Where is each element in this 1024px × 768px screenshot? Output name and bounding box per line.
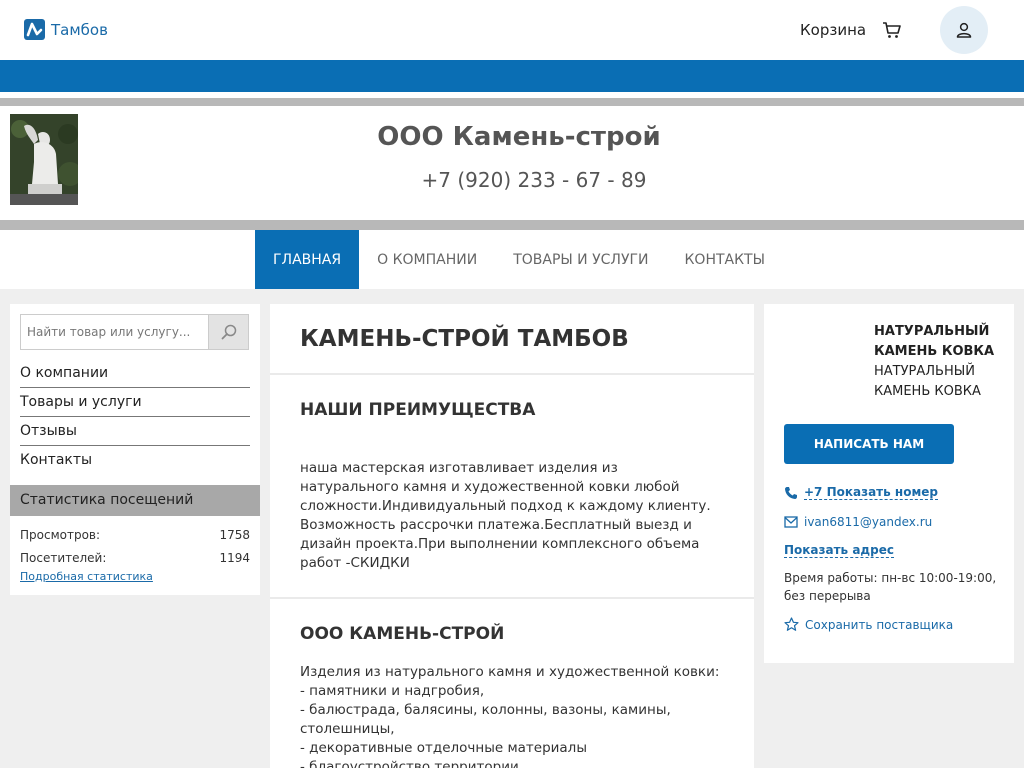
cart-link[interactable]: Корзина	[800, 20, 902, 40]
email-link[interactable]: ivan6811@yandex.ru	[804, 515, 932, 529]
email-icon	[784, 516, 798, 528]
company-name: ООО Камень-строй	[377, 122, 661, 152]
star-icon	[784, 617, 799, 631]
stat-visitors-label: Посетителей:	[20, 551, 107, 565]
top-bar: Тамбов Корзина	[0, 0, 1024, 60]
nav-items: Главная О компании Товары и услуги Конта…	[255, 230, 783, 289]
grey-divider-top	[0, 98, 1024, 106]
sidebar-item-reviews[interactable]: Отзывы	[20, 417, 250, 446]
sidebar-item-about[interactable]: О компании	[20, 359, 250, 388]
working-hours: Время работы: пн-вс 10:00-19:00, без пер…	[784, 571, 997, 603]
city-selector[interactable]: Тамбов	[24, 19, 108, 40]
stat-visitors-row: Посетителей: 1194	[20, 551, 250, 565]
company-tags-bold: НАТУРАЛЬНЫЙ КАМЕНЬ КОВКА	[874, 324, 995, 359]
email-row: ivan6811@yandex.ru	[784, 515, 932, 529]
search-box	[20, 314, 249, 350]
advantages-text: наша мастерская изготавливает изделия из…	[300, 460, 711, 571]
city-label: Тамбов	[51, 20, 108, 39]
page-title: КАМЕНЬ-СТРОЙ ТАМБОВ	[300, 326, 629, 352]
company-phone[interactable]: +7 (920) 233 - 67 - 89	[0, 168, 1024, 192]
stat-visitors-value: 1194	[219, 551, 250, 565]
advantages-title: НАШИ ПРЕИМУЩЕСТВА	[300, 400, 536, 420]
save-supplier-link[interactable]: Сохранить поставщика	[805, 618, 953, 632]
nav-item-contacts[interactable]: Контакты	[666, 230, 782, 289]
detailed-stats-link[interactable]: Подробная статистика	[20, 570, 153, 583]
search-icon	[221, 324, 236, 340]
cart-label: Корзина	[800, 21, 867, 39]
show-phone-link[interactable]: +7 Показать номер	[804, 485, 938, 500]
write-us-button[interactable]: НАПИСАТЬ НАМ	[784, 424, 954, 464]
stats-header: Статистика посещений	[10, 485, 260, 516]
blue-banner	[0, 60, 1024, 92]
stat-views-row: Просмотров: 1758	[20, 528, 250, 542]
nav-item-products[interactable]: Товары и услуги	[495, 230, 666, 289]
stat-views-label: Просмотров:	[20, 528, 101, 542]
company-section-text: Изделия из натурального камня и художест…	[300, 664, 720, 768]
stat-views-value: 1758	[219, 528, 250, 542]
cart-icon	[883, 22, 901, 38]
search-button[interactable]	[208, 315, 248, 349]
contact-panel: НАТУРАЛЬНЫЙ КАМЕНЬ КОВКА НАТУРАЛЬНЫЙ КАМ…	[764, 304, 1014, 663]
section-divider	[270, 373, 754, 375]
company-header: ООО Камень-строй +7 (920) 233 - 67 - 89	[0, 106, 1024, 220]
main-content: КАМЕНЬ-СТРОЙ ТАМБОВ НАШИ ПРЕИМУЩЕСТВА на…	[270, 304, 754, 768]
section-divider	[270, 597, 754, 599]
user-icon	[956, 22, 972, 38]
phone-icon	[785, 486, 797, 499]
sidebar-item-products[interactable]: Товары и услуги	[20, 388, 250, 417]
left-sidebar: О компании Товары и услуги Отзывы Контак…	[10, 304, 260, 595]
company-section-title: ООО КАМЕНЬ-СТРОЙ	[300, 624, 505, 644]
nav-item-about[interactable]: О компании	[359, 230, 495, 289]
company-tags: НАТУРАЛЬНЫЙ КАМЕНЬ КОВКА НАТУРАЛЬНЫЙ КАМ…	[874, 322, 1004, 402]
search-input[interactable]	[21, 315, 208, 349]
nav-item-home[interactable]: Главная	[255, 230, 360, 289]
sidebar-menu: О компании Товары и услуги Отзывы Контак…	[20, 359, 250, 475]
grey-divider-bottom	[0, 220, 1024, 230]
company-tags-regular: НАТУРАЛЬНЫЙ КАМЕНЬ КОВКА	[874, 364, 981, 399]
main-nav: Главная О компании Товары и услуги Конта…	[0, 230, 1024, 289]
save-supplier-row: Сохранить поставщика	[784, 617, 953, 632]
platform-logo-icon	[24, 19, 45, 40]
phone-row: +7 Показать номер	[784, 485, 938, 500]
sidebar-item-contacts[interactable]: Контакты	[20, 446, 250, 475]
user-account-button[interactable]	[940, 6, 988, 54]
show-address-link[interactable]: Показать адрес	[784, 543, 894, 558]
